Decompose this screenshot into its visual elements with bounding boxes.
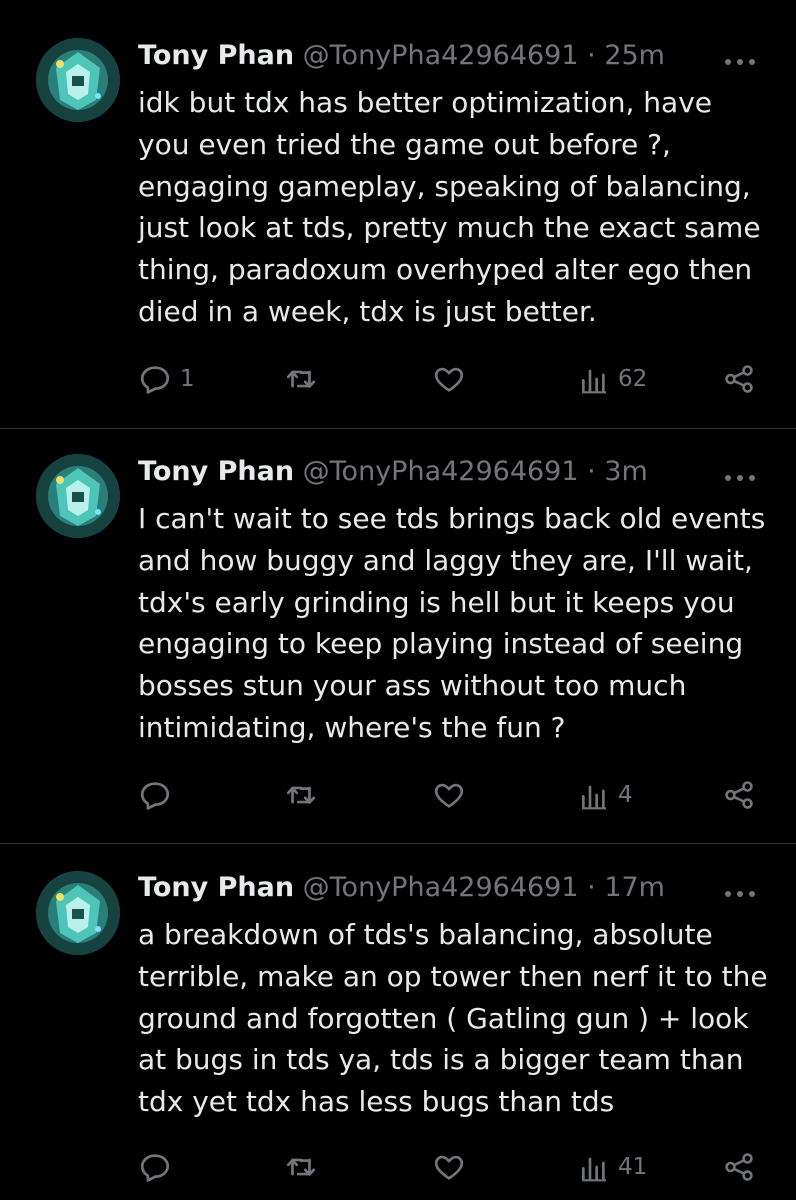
heart-icon <box>434 1155 464 1180</box>
tweet[interactable]: Tony Phan @TonyPha42964691 · 3m I can't … <box>0 429 796 843</box>
more-horizontal-icon[interactable] <box>722 882 758 902</box>
share-button[interactable] <box>722 362 756 396</box>
avatar-image <box>36 454 120 538</box>
avatar[interactable] <box>36 454 120 538</box>
retweet-button[interactable] <box>284 362 318 396</box>
tweet-text-line: engaging to keep playing instead of seei… <box>138 627 744 661</box>
tweet[interactable]: Tony Phan @TonyPha42964691 · 25m idk but… <box>0 0 796 428</box>
tweet-header: Tony Phan @TonyPha42964691 · 17m <box>138 870 665 906</box>
like-button[interactable] <box>432 1150 466 1184</box>
tweet-header: Tony Phan @TonyPha42964691 · 25m <box>138 38 665 74</box>
reply-icon <box>140 1154 170 1182</box>
display-name[interactable]: Tony Phan <box>138 456 294 487</box>
tweet-text-line: terrible, make an op tower then nerf it … <box>138 959 768 993</box>
separator-dot: · <box>587 40 596 71</box>
tweet-header: Tony Phan @TonyPha42964691 · 3m <box>138 454 648 490</box>
view-count: 62 <box>618 366 648 392</box>
tweet-text-line: a breakdown of tds's balancing, absolute <box>138 918 713 951</box>
tweet-text-line: ground and forgotten ( Gatling gun ) + l… <box>138 1001 749 1035</box>
tweet-text-line: idk but tdx has better optimization, hav… <box>138 86 712 119</box>
reply-icon <box>140 782 170 810</box>
timestamp[interactable]: 3m <box>604 456 647 487</box>
display-name[interactable]: Tony Phan <box>138 40 294 71</box>
retweet-icon <box>286 1158 316 1176</box>
separator-dot: · <box>587 456 596 487</box>
like-button[interactable] <box>432 362 466 396</box>
avatar-image <box>36 871 120 955</box>
views-button[interactable]: 62 <box>578 362 647 396</box>
avatar[interactable] <box>36 871 120 955</box>
reply-button[interactable] <box>138 1150 180 1184</box>
tweet-text-line: and how buggy and laggy they are, I'll w… <box>138 543 753 577</box>
tweet[interactable]: Tony Phan @TonyPha42964691 · 17m a break… <box>0 844 796 1200</box>
timestamp[interactable]: 17m <box>604 872 665 903</box>
tweet-text-line: I can't wait to see tds brings back old … <box>138 502 766 535</box>
reply-count: 1 <box>180 366 195 392</box>
views-button[interactable]: 41 <box>578 1150 647 1184</box>
tweet-text: idk but tdx has better optimization, hav… <box>138 82 788 333</box>
user-handle[interactable]: @TonyPha42964691 <box>303 456 579 487</box>
avatar[interactable] <box>36 38 120 122</box>
tweet-text-line: intimidating, where's the fun ? <box>138 710 566 744</box>
share-icon <box>725 1153 753 1181</box>
share-button[interactable] <box>722 778 756 812</box>
tweet-text-line: at bugs in tds ya, tds is a bigger team … <box>138 1043 744 1077</box>
retweet-button[interactable] <box>284 1150 318 1184</box>
user-handle[interactable]: @TonyPha42964691 <box>303 40 579 71</box>
retweet-icon <box>286 370 316 388</box>
more-horizontal-icon[interactable] <box>722 50 758 70</box>
heart-icon <box>434 367 464 392</box>
view-count: 4 <box>618 782 633 808</box>
tweet-text-line: tdx's early grinding is hell but it keep… <box>138 585 735 619</box>
reply-button[interactable]: 1 <box>138 362 195 396</box>
share-button[interactable] <box>722 1150 756 1184</box>
avatar-image <box>36 38 120 122</box>
share-icon <box>725 365 753 393</box>
tweet-text-line: engaging gameplay, speaking of balancing… <box>138 169 751 203</box>
like-button[interactable] <box>432 778 466 812</box>
separator-dot: · <box>587 872 596 903</box>
retweet-button[interactable] <box>284 778 318 812</box>
view-count: 41 <box>618 1154 648 1180</box>
timestamp[interactable]: 25m <box>604 40 665 71</box>
views-button[interactable]: 4 <box>578 778 633 812</box>
tweet-text-line: died in a week, tdx is just better. <box>138 294 597 328</box>
share-icon <box>725 781 753 809</box>
retweet-icon <box>286 786 316 804</box>
reply-icon <box>140 366 170 394</box>
tweet-text-line: tdx yet tdx has less bugs than tds <box>138 1085 615 1119</box>
user-handle[interactable]: @TonyPha42964691 <box>303 872 579 903</box>
display-name[interactable]: Tony Phan <box>138 872 294 903</box>
tweet-text-line: you even tried the game out before ?, <box>138 127 671 161</box>
tweet-text-line: thing, paradoxum overhyped alter ego the… <box>138 253 753 287</box>
tweet-text-line: just look at tds, pretty much the exact … <box>138 211 761 245</box>
heart-icon <box>434 783 464 808</box>
tweet-text-line: bosses stun your ass without too much <box>138 669 687 703</box>
reply-button[interactable] <box>138 778 180 812</box>
tweet-text: I can't wait to see tds brings back old … <box>138 498 788 749</box>
tweet-text: a breakdown of tds's balancing, absolute… <box>138 914 788 1123</box>
views-icon <box>582 369 606 394</box>
more-horizontal-icon[interactable] <box>722 466 758 486</box>
views-icon <box>582 1157 606 1182</box>
views-icon <box>582 785 606 810</box>
